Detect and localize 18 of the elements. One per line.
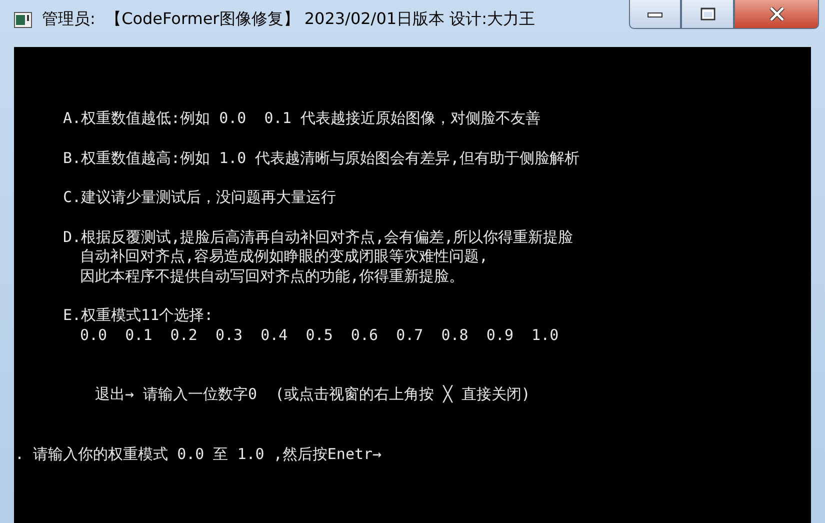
console-text: 0.0 0.1 0.2 0.3 0.4 0.5 0.6 0.7 0.8 0.9 1.0 [80,326,559,344]
console-text: D.根据反覆测试,提脸后高清再自动补回对齐点,会有偏差,所以你得重新提脸 [63,228,574,246]
console-text: 因此本程序不提供自动写回对齐点的功能,你得重新提脸。 [80,266,464,284]
console-text: E.权重模式11个选择: [63,306,214,324]
maximize-button[interactable] [681,0,734,29]
minimize-button[interactable] [629,0,681,29]
console-text: 退出→ 请输入一位数字0 (或点击视窗的右上角按 ╳ 直接关闭) [95,385,530,403]
console-text: 自动补回对齐点,容易造成例如睁眼的变成闭眼等灾难性问题, [80,247,488,265]
close-icon [768,7,786,21]
window-title: 管理员: 【CodeFormer图像修复】 2023/02/01日版本 设计:大力王 [42,9,536,30]
minimize-icon [647,10,663,18]
close-button[interactable] [734,0,819,29]
console-text: A.权重数值越低:例如 0.0 0.1 代表越接近原始图像，对侧脸不友善 [63,109,540,127]
console-text: C.建议请少量测试后，没问题再大量运行 [63,188,336,206]
maximize-icon [700,7,716,21]
console-text: B.权重数值越高:例如 1.0 代表越清晰与原始图会有差异,但有助于侧脸解析 [63,148,580,166]
console-text: . 请输入你的权重模式 0.0 至 1.0 ,然后按Enetr→ [15,444,382,462]
console-icon [14,12,32,28]
